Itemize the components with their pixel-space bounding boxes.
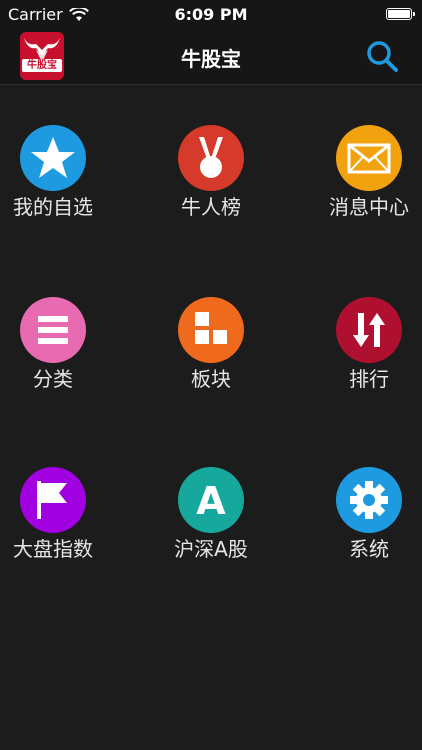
menu-item-label: 板块 (191, 367, 231, 391)
menu-item-message-center[interactable]: 消息中心 (304, 85, 422, 219)
status-bar: Carrier 6:09 PM (0, 0, 422, 28)
menu-item-label: 牛人榜 (181, 195, 241, 219)
sort-arrows-icon (353, 313, 385, 347)
menu-item-my-watchlist[interactable]: 我的自选 (0, 85, 118, 219)
icon-circle (336, 467, 402, 533)
icon-circle (178, 297, 244, 363)
icon-circle (336, 125, 402, 191)
list-icon (38, 316, 68, 344)
gear-icon (350, 481, 388, 519)
menu-item-label: 系统 (349, 537, 389, 561)
nav-bar: 牛股宝 牛股宝 (0, 28, 422, 85)
menu-item-a-shares[interactable]: A 沪深A股 (146, 427, 276, 561)
menu-item-label: 消息中心 (329, 195, 409, 219)
menu-item-top-traders[interactable]: 牛人榜 (146, 85, 276, 219)
icon-circle (20, 297, 86, 363)
icon-circle (20, 467, 86, 533)
medal-icon (199, 137, 223, 178)
menu-item-label: 分类 (33, 367, 73, 391)
blocks-icon (195, 312, 227, 344)
battery-icon (386, 8, 415, 20)
search-button[interactable] (364, 38, 400, 74)
flag-icon (37, 481, 67, 519)
page-title: 牛股宝 (181, 47, 241, 71)
envelope-icon (347, 143, 391, 174)
icon-circle (20, 125, 86, 191)
status-time: 6:09 PM (174, 5, 248, 24)
star-icon (31, 137, 75, 178)
menu-item-label: 大盘指数 (13, 537, 93, 561)
menu-item-market-index[interactable]: 大盘指数 (0, 427, 118, 561)
letter-a-icon: A (196, 479, 226, 523)
menu-item-rankings[interactable]: 排行 (304, 257, 422, 391)
menu-item-sectors[interactable]: 板块 (146, 257, 276, 391)
svg-text:A: A (196, 479, 226, 523)
icon-circle: A (178, 467, 244, 533)
menu-item-categories[interactable]: 分类 (0, 257, 118, 391)
icon-circle (336, 297, 402, 363)
menu-item-label: 我的自选 (13, 195, 93, 219)
menu-item-label: 排行 (349, 367, 389, 391)
menu-item-system[interactable]: 系统 (304, 427, 422, 561)
icon-circle (178, 125, 244, 191)
menu-item-label: 沪深A股 (174, 537, 248, 561)
search-icon (367, 41, 398, 72)
